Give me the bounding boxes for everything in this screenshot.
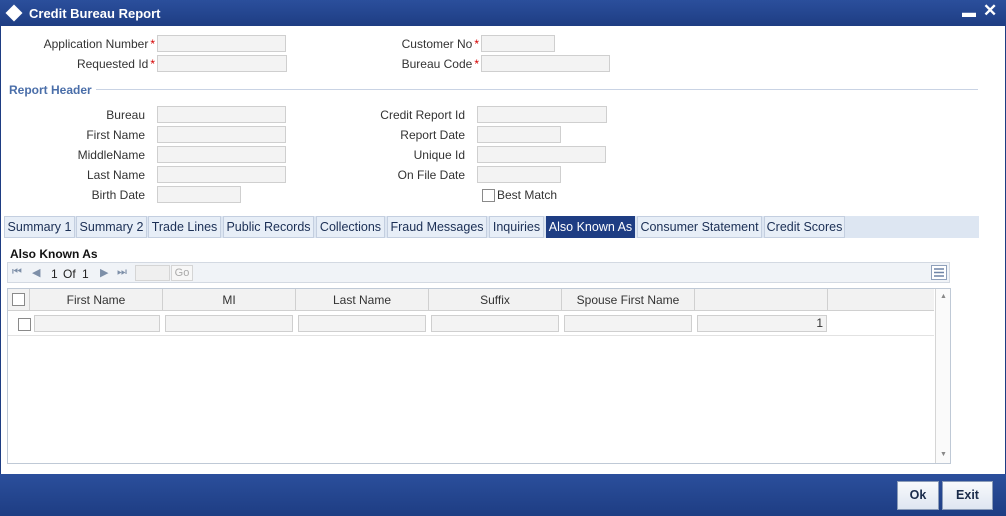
customer-no-label: Customer No * xyxy=(401,37,479,51)
application-number-input[interactable] xyxy=(157,35,286,52)
ok-button[interactable]: Ok xyxy=(897,481,939,510)
required-mark: * xyxy=(150,37,155,51)
required-mark: * xyxy=(474,57,479,71)
tab-summary-2[interactable]: Summary 2 xyxy=(76,216,147,238)
requested-id-input[interactable] xyxy=(157,55,287,72)
total-pages: 1 xyxy=(82,267,89,281)
page-of-label: Of xyxy=(63,267,76,281)
next-page-icon[interactable]: ▶ xyxy=(100,266,108,279)
grid-section-title: Also Known As xyxy=(10,247,98,261)
tab-strip: Summary 1 Summary 2 Trade Lines Public R… xyxy=(4,216,979,238)
first-name-input[interactable] xyxy=(157,126,286,143)
row-sequence-cell[interactable]: 1 xyxy=(697,315,827,332)
select-all-checkbox[interactable] xyxy=(12,293,25,306)
unique-id-input[interactable] xyxy=(477,146,606,163)
row-checkbox[interactable] xyxy=(18,318,31,331)
tab-summary-1[interactable]: Summary 1 xyxy=(4,216,75,238)
app-diamond-icon xyxy=(5,4,23,22)
row-first-name-cell[interactable] xyxy=(34,315,160,332)
required-mark: * xyxy=(150,57,155,71)
tab-fraud-messages[interactable]: Fraud Messages xyxy=(387,216,487,238)
middle-name-input[interactable] xyxy=(157,146,286,163)
last-name-input[interactable] xyxy=(157,166,286,183)
report-header-title: Report Header xyxy=(9,83,92,97)
select-all-cell xyxy=(8,289,30,311)
report-date-input[interactable] xyxy=(477,126,561,143)
column-header-last-name[interactable]: Last Name xyxy=(296,289,429,311)
scroll-down-icon[interactable]: ▼ xyxy=(940,451,947,458)
column-header-suffix[interactable]: Suffix xyxy=(429,289,562,311)
on-file-date-label: On File Date xyxy=(397,168,465,182)
first-name-label: First Name xyxy=(86,128,145,142)
customer-no-input[interactable] xyxy=(481,35,555,52)
tab-inquiries[interactable]: Inquiries xyxy=(489,216,544,238)
tab-trade-lines[interactable]: Trade Lines xyxy=(148,216,221,238)
tab-credit-scores[interactable]: Credit Scores xyxy=(764,216,845,238)
tab-public-records[interactable]: Public Records xyxy=(223,216,314,238)
best-match-checkbox[interactable] xyxy=(482,189,495,202)
window-title: Credit Bureau Report xyxy=(29,6,161,21)
on-file-date-input[interactable] xyxy=(477,166,561,183)
tab-consumer-statement[interactable]: Consumer Statement xyxy=(637,216,762,238)
tab-collections[interactable]: Collections xyxy=(316,216,385,238)
table-row[interactable]: 1 xyxy=(8,312,934,336)
row-mi-cell[interactable] xyxy=(165,315,293,332)
requested-id-label: Requested Id * xyxy=(76,57,155,71)
first-page-icon[interactable]: ⏮ xyxy=(12,266,22,279)
window-titlebar: Credit Bureau Report ▬ ✕ xyxy=(0,0,1006,26)
previous-page-icon[interactable]: ◀ xyxy=(32,266,40,279)
birth-date-input[interactable] xyxy=(157,186,241,203)
grid-vertical-scrollbar[interactable]: ▲ ▼ xyxy=(935,289,950,463)
current-page: 1 xyxy=(51,267,58,281)
bureau-label: Bureau xyxy=(106,108,145,122)
column-header-extra xyxy=(695,289,828,311)
page-number-input[interactable] xyxy=(135,265,170,281)
credit-report-id-input[interactable] xyxy=(477,106,607,123)
required-mark: * xyxy=(474,37,479,51)
middle-name-label: MiddleName xyxy=(77,148,145,162)
go-button[interactable]: Go xyxy=(171,265,193,281)
bureau-code-input[interactable] xyxy=(481,55,610,72)
last-name-label: Last Name xyxy=(86,168,145,182)
minimize-icon[interactable]: ▬ xyxy=(962,4,976,20)
last-page-icon[interactable]: ⏭ xyxy=(117,266,127,279)
application-number-label: Application Number * xyxy=(43,37,155,51)
column-settings-icon[interactable] xyxy=(931,265,947,280)
row-last-name-cell[interactable] xyxy=(298,315,426,332)
row-suffix-cell[interactable] xyxy=(431,315,559,332)
column-header-first-name[interactable]: First Name xyxy=(30,289,163,311)
report-date-label: Report Date xyxy=(400,128,465,142)
column-header-spouse-first-name[interactable]: Spouse First Name xyxy=(562,289,695,311)
also-known-as-grid: First Name MI Last Name Suffix Spouse Fi… xyxy=(7,288,951,464)
tab-also-known-as[interactable]: Also Known As xyxy=(546,216,635,238)
close-icon[interactable]: ✕ xyxy=(983,1,997,21)
grid-pager: ⏮ ◀ 1 Of 1 ▶ ⏭ Go xyxy=(7,262,950,283)
column-header-mi[interactable]: MI xyxy=(163,289,296,311)
section-divider xyxy=(96,89,978,90)
birth-date-label: Birth Date xyxy=(91,188,145,202)
unique-id-label: Unique Id xyxy=(413,148,465,162)
grid-header: First Name MI Last Name Suffix Spouse Fi… xyxy=(8,289,934,311)
bureau-code-label: Bureau Code * xyxy=(401,57,479,71)
exit-button[interactable]: Exit xyxy=(942,481,993,510)
row-spouse-first-name-cell[interactable] xyxy=(564,315,692,332)
dialog-footer: Ok Exit xyxy=(0,474,1006,516)
best-match-label: Best Match xyxy=(497,188,558,202)
credit-report-id-label: Credit Report Id xyxy=(380,108,465,122)
bureau-input[interactable] xyxy=(157,106,286,123)
scroll-up-icon[interactable]: ▲ xyxy=(940,293,947,300)
